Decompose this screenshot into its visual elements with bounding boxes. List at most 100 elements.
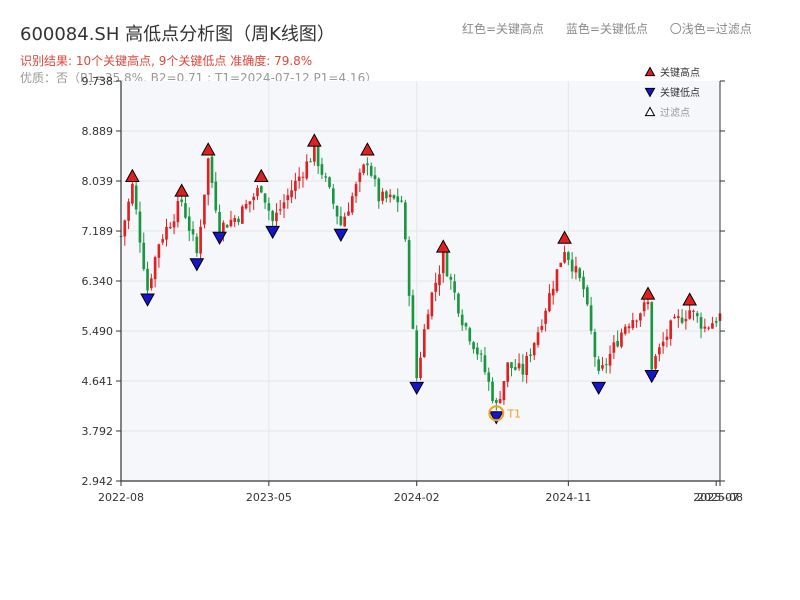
candle-body [650, 302, 654, 370]
candle-body [491, 381, 494, 401]
candle-body [453, 281, 456, 293]
candle-body [422, 329, 426, 358]
candle-body [494, 400, 498, 403]
y-tick-label: 8.039 [82, 175, 114, 188]
candle-body [585, 287, 589, 305]
candle-body [593, 332, 597, 358]
x-tick-label: 2023-05 [246, 491, 292, 504]
candle-body [294, 180, 297, 191]
y-tick-label: 3.792 [82, 425, 114, 438]
candle-body [570, 259, 574, 272]
candle-body [642, 302, 646, 312]
candle-body [381, 191, 384, 201]
candle-body [259, 186, 263, 193]
candle-body [676, 316, 680, 318]
candle-body [525, 355, 528, 375]
candle-body [703, 326, 707, 329]
candle-body [195, 236, 199, 254]
candle-body [506, 362, 510, 382]
candle-body [521, 363, 525, 375]
candle-body [567, 252, 570, 260]
candle-body [714, 321, 718, 323]
candle-body [548, 293, 551, 312]
candle-body [290, 190, 293, 198]
candle-body [407, 240, 411, 296]
candle-body [532, 343, 536, 356]
candle-body [464, 323, 468, 327]
candle-body [646, 302, 650, 305]
candle-body [184, 203, 187, 218]
candle-body [237, 218, 240, 223]
y-tick-label: 9.738 [82, 75, 114, 88]
candle-body [225, 224, 229, 228]
candle-body [324, 176, 328, 178]
candle-body [692, 310, 695, 312]
candle-body [658, 347, 661, 355]
candle-body [574, 266, 578, 273]
candle-body [248, 201, 252, 205]
candle-body [438, 274, 441, 286]
candlestick-chart: T1 9.738 8.889 8.039 7.189 6.340 5.490 4.641 3.… [82, 66, 743, 504]
candle-body [385, 191, 388, 199]
x-tick-label: 2024-11 [545, 491, 591, 504]
y-tick-label: 7.189 [82, 225, 114, 238]
candle-body [131, 183, 134, 204]
candle-body [373, 175, 377, 180]
candle-body [392, 195, 396, 199]
candle-body [229, 219, 233, 227]
candle-body [680, 317, 684, 323]
candle-body [620, 332, 623, 347]
candle-body [551, 288, 555, 296]
candle-body [426, 314, 430, 330]
candle-body [430, 292, 434, 317]
candle-body [199, 226, 202, 254]
candle-body [210, 156, 214, 183]
candle-body [540, 325, 544, 330]
candle-body [445, 252, 449, 277]
candle-body [434, 282, 437, 292]
candle-body [286, 195, 290, 201]
candle-body [498, 399, 502, 404]
candle-body [688, 310, 691, 319]
candle-body [127, 201, 130, 221]
candle-body [468, 328, 472, 342]
candle-body [559, 262, 563, 267]
y-tick-label: 2.942 [82, 475, 114, 488]
candle-body [180, 199, 183, 202]
candle-body [206, 158, 210, 195]
candle-body [400, 200, 403, 202]
candle-body [669, 320, 673, 340]
candle-body [654, 356, 657, 369]
candle-body [578, 268, 582, 278]
candle-body [472, 342, 475, 350]
candle-body [366, 163, 369, 166]
candle-body [502, 380, 506, 401]
candle-body [191, 229, 195, 235]
candle-body [479, 353, 483, 355]
candle-body [388, 194, 392, 198]
candle-body [411, 295, 415, 329]
candle-body [513, 367, 517, 370]
candle-body [335, 205, 339, 217]
candle-body [616, 340, 619, 347]
candle-body [684, 318, 688, 322]
candle-body [544, 310, 547, 324]
candle-body [222, 222, 225, 233]
candle-body [138, 211, 142, 243]
candle-body [343, 216, 347, 227]
x-tick-label: 2024-02 [394, 491, 440, 504]
candle-body [460, 314, 464, 326]
candle-body [256, 187, 259, 197]
candle-body [457, 293, 460, 314]
candle-body [608, 353, 612, 366]
candle-body [415, 330, 419, 379]
candle-body [517, 363, 521, 369]
candle-body [301, 176, 305, 178]
candle-body [271, 211, 274, 222]
candle-body [187, 216, 191, 231]
y-tick-label: 8.889 [82, 125, 114, 138]
candle-body [278, 209, 282, 211]
x-tick-label: 2022-08 [98, 491, 144, 504]
candle-body [309, 161, 312, 163]
candle-body [316, 143, 320, 167]
